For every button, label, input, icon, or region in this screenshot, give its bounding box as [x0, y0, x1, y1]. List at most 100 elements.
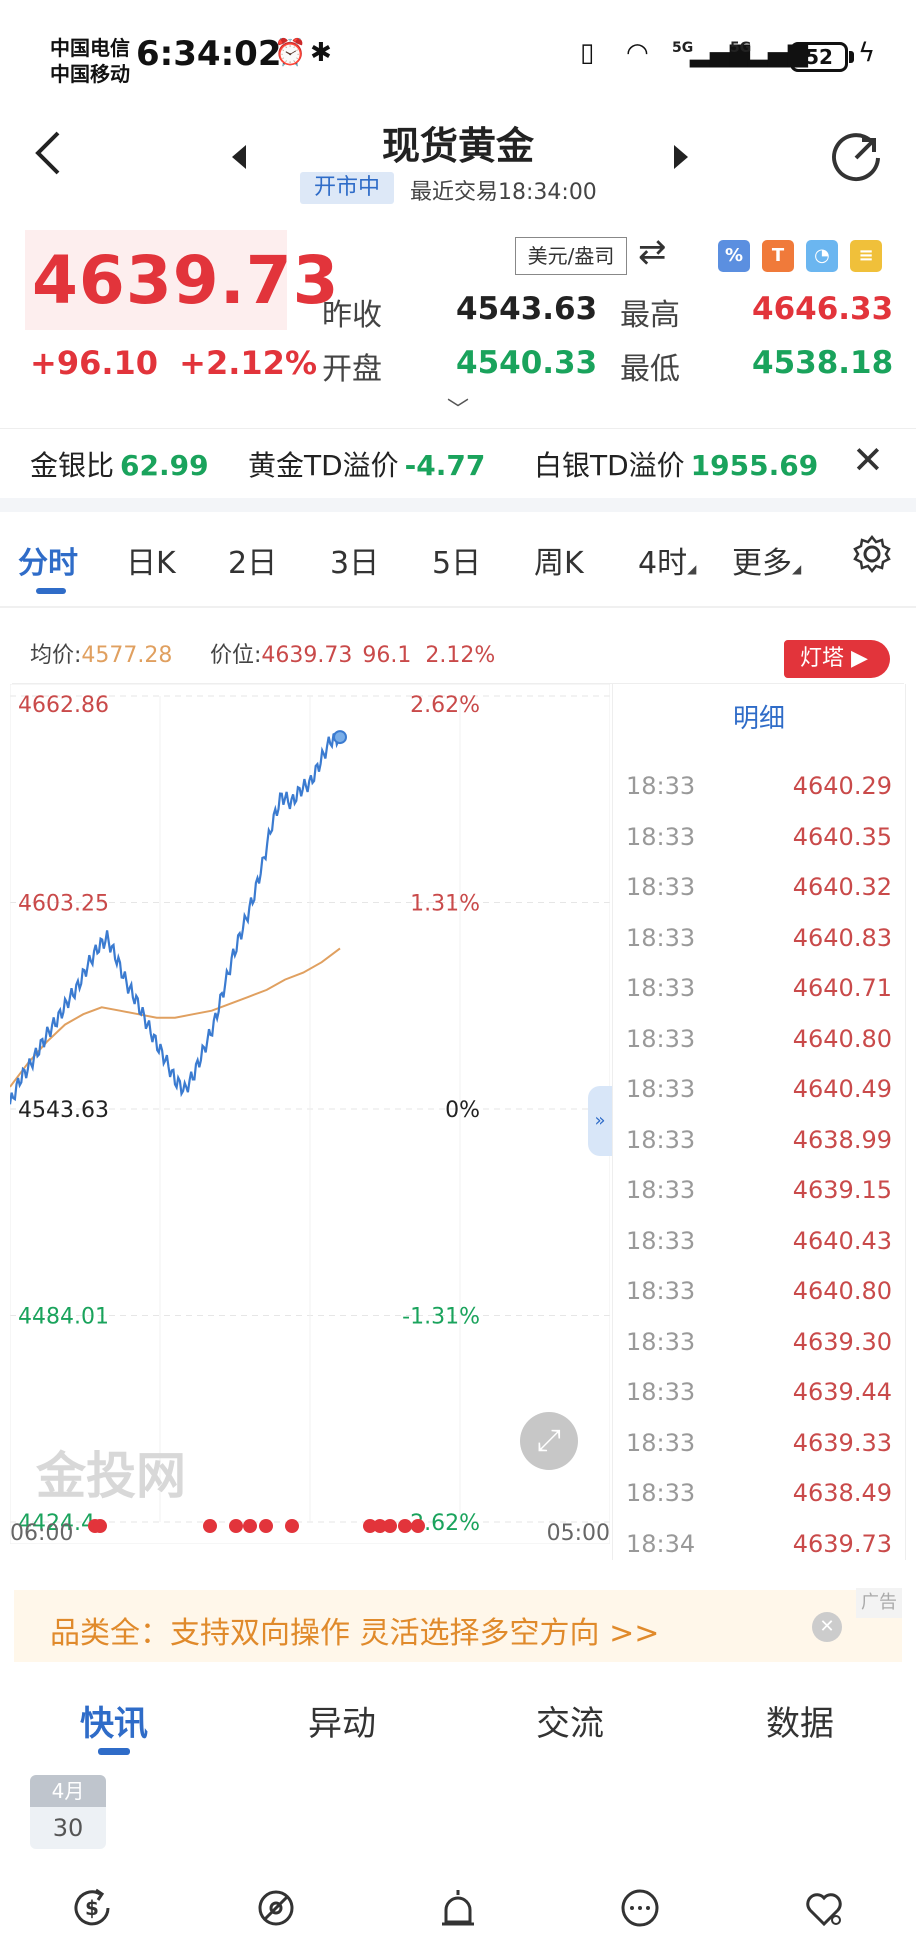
note-icon[interactable]: ≡ — [850, 240, 882, 272]
tab-intraday[interactable]: 分时 — [18, 538, 78, 582]
tab-weekly-k[interactable]: 周K — [534, 538, 584, 582]
close-icon[interactable]: ✕ — [812, 1612, 842, 1642]
trade-time: 18:34 — [626, 1529, 696, 1558]
expand-arrows-icon: ⤢ — [537, 1423, 561, 1458]
nav-mine-button[interactable] — [802, 1886, 846, 1930]
trade-time: 18:33 — [626, 873, 696, 901]
date-month: 4月 — [30, 1775, 106, 1807]
trade-detail-row: 18:33 4640.71 — [612, 974, 892, 1024]
trade-time: 18:33 — [626, 822, 696, 851]
percent-tool-icon[interactable]: % — [718, 240, 750, 272]
tab-4hour[interactable]: 4时◢ — [638, 538, 696, 582]
tab-5day[interactable]: 5日 — [432, 538, 481, 582]
divider — [0, 498, 916, 512]
trade-time: 18:33 — [626, 1075, 696, 1103]
trade-price: 4640.71 — [792, 974, 892, 1002]
tab-daily-k[interactable]: 日K — [126, 538, 176, 582]
event-marker — [229, 1519, 243, 1533]
price-axis-label: 4662.86 — [18, 693, 109, 718]
chat-bubble-icon — [621, 1889, 659, 1927]
watermark-logo: 金投网 — [36, 1447, 186, 1505]
trade-price: 4639.15 — [792, 1176, 892, 1204]
tab-flash-news[interactable]: 快讯 — [80, 1696, 148, 1745]
lighthouse-button[interactable]: 灯塔 ▶ — [784, 640, 890, 678]
percent-axis-label: 1.31% — [410, 891, 480, 916]
high-value: 4646.33 — [752, 291, 894, 327]
trade-price: 4640.80 — [792, 1277, 892, 1305]
expand-quote-icon[interactable]: ﹀ — [447, 392, 469, 424]
alarm-bell-icon — [442, 1890, 474, 1926]
ratio-gold-silver: 金银比 62.99 — [30, 449, 209, 482]
swap-icon[interactable]: ⇄ — [638, 232, 667, 272]
refresh-button[interactable] — [828, 128, 884, 184]
time-axis-label: 05:00 — [547, 1521, 610, 1544]
nav-discover-button[interactable] — [254, 1886, 298, 1930]
price-axis-label: 4543.63 — [18, 1098, 109, 1123]
ratio-gold-td: 黄金TD溢价 -4.77 — [248, 449, 486, 482]
ad-tag: 广告 — [856, 1588, 902, 1618]
trade-price: 4640.29 — [792, 772, 892, 800]
trade-price: 4640.43 — [792, 1226, 892, 1255]
carrier-label: 中国移动 — [50, 62, 130, 86]
tab-2day[interactable]: 2日 — [228, 538, 277, 582]
close-icon[interactable]: ✕ — [852, 438, 884, 482]
back-button[interactable] — [30, 125, 80, 185]
average-price-line — [10, 947, 341, 1088]
trade-price: 4640.49 — [792, 1075, 892, 1103]
high-label: 最高 — [620, 298, 680, 333]
trade-time: 18:33 — [626, 923, 696, 952]
event-marker — [398, 1519, 412, 1533]
fullscreen-button[interactable]: ⤢ — [520, 1412, 578, 1470]
low-value: 4538.18 — [752, 345, 894, 381]
tab-more[interactable]: 更多◢ — [732, 538, 801, 582]
trade-price: 4638.99 — [792, 1125, 892, 1154]
trade-detail-row: 18:33 4640.80 — [612, 1025, 892, 1075]
text-tool-icon[interactable]: T — [762, 240, 794, 272]
next-instrument-button[interactable] — [666, 140, 696, 174]
trade-detail-row: 18:33 4640.32 — [612, 873, 892, 923]
collapse-ticks-button[interactable]: » — [588, 1086, 612, 1156]
tab-discussion[interactable]: 交流 — [536, 1696, 604, 1745]
current-price: 4639.73 — [32, 242, 340, 319]
ratio-silver-td: 白银TD溢价 1955.69 — [534, 449, 819, 482]
battery-icon — [849, 51, 854, 63]
previous-instrument-button[interactable] — [224, 140, 254, 174]
trade-price: 4639.30 — [792, 1327, 892, 1356]
pie-chart-icon[interactable]: ◔ — [806, 240, 838, 272]
date-day: 30 — [30, 1807, 106, 1849]
trade-detail-row: 18:33 4640.80 — [612, 1277, 892, 1327]
tab-3day[interactable]: 3日 — [330, 538, 379, 582]
nav-messages-button[interactable] — [618, 1886, 662, 1930]
percent-axis-label: 0% — [445, 1098, 480, 1123]
dropdown-icon: ◢ — [687, 562, 697, 576]
refresh-icon — [832, 133, 880, 182]
last-price-dot — [333, 730, 347, 745]
trade-detail-row: 18:33 4640.43 — [612, 1227, 892, 1277]
prev-close-label: 昨收 — [322, 298, 382, 333]
trade-time: 18:33 — [626, 1378, 696, 1406]
triangle-left-icon — [232, 145, 246, 169]
currency-unit-selector[interactable]: 美元/盎司 — [515, 237, 627, 275]
trade-detail-row: 18:33 4640.29 — [612, 772, 892, 822]
carrier-label: 中国电信 — [50, 36, 130, 60]
trade-price: 4639.73 — [792, 1529, 892, 1558]
svg-text:$: $ — [85, 1896, 99, 1920]
ad-text[interactable]: 品类全：支持双向操作 灵活选择多空方向 >> — [50, 1608, 659, 1652]
trade-detail-row: 18:33 4640.49 — [612, 1075, 892, 1125]
nav-trade-button[interactable]: $ — [70, 1886, 114, 1930]
settings-button[interactable] — [852, 534, 892, 574]
battery-level: 52 — [790, 42, 848, 72]
intraday-chart[interactable]: 4662.864603.254543.634484.014424.4 2.62%… — [10, 684, 610, 1544]
trade-price: 4640.80 — [792, 1024, 892, 1053]
tab-movements[interactable]: 异动 — [308, 1696, 376, 1745]
nav-alerts-button[interactable] — [436, 1886, 480, 1930]
event-marker — [203, 1519, 217, 1533]
trade-detail-row: 18:33 4639.33 — [612, 1429, 892, 1479]
double-chevron-right-icon: » — [594, 1110, 606, 1131]
chevron-left-icon — [35, 131, 60, 175]
price-axis-labels: 4662.864603.254543.634484.014424.4 — [18, 693, 109, 1536]
event-markers — [88, 1519, 425, 1533]
change-value: +96.10 — [30, 344, 159, 382]
trade-detail-row: 18:34 4639.73 — [612, 1530, 892, 1580]
tab-data[interactable]: 数据 — [766, 1696, 834, 1745]
